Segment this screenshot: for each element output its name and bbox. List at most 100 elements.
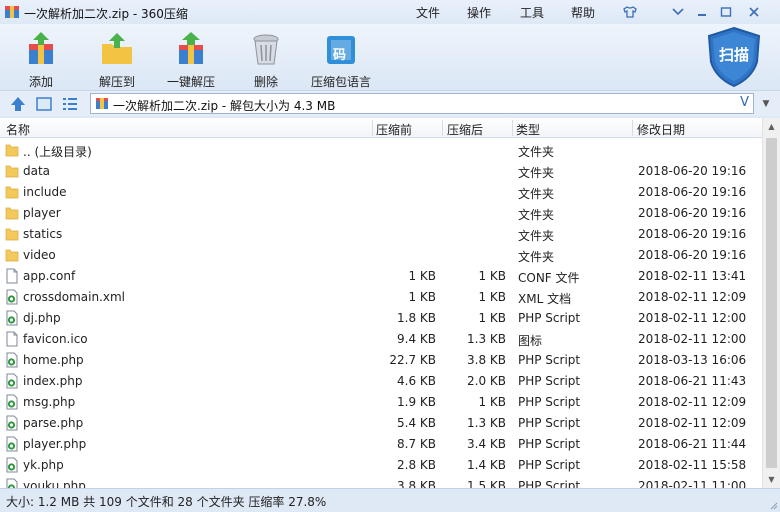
table-row[interactable]: video 文件夹 2018-06-20 19:16 [0, 244, 762, 265]
table-row[interactable]: .. (上级目录) 文件夹 [0, 139, 762, 160]
column-name[interactable]: 名称 [6, 121, 30, 138]
skin-button[interactable] [621, 3, 639, 21]
app-logo-icon [5, 6, 19, 18]
file-type: 文件夹 [518, 229, 555, 243]
one-click-extract-button[interactable]: 一键解压 [163, 30, 219, 89]
view-details-icon[interactable] [35, 95, 53, 113]
title-bar: 一次解析加二次.zip - 360压缩 文件 操作 工具 帮助 [0, 0, 780, 24]
view-list-icon[interactable] [61, 95, 79, 113]
file-name: .. (上级目录) [23, 145, 92, 159]
table-row[interactable]: parse.php 5.4 KB 1.3 KB PHP Script 2018-02-1… [0, 412, 762, 433]
maximize-button[interactable] [717, 3, 735, 21]
scrollbar-thumb[interactable] [766, 138, 777, 468]
extract-to-button[interactable]: 解压到 [92, 30, 142, 89]
menu-help[interactable]: 帮助 [571, 4, 595, 21]
folder-icon [5, 205, 19, 221]
file-name: index.php [23, 374, 83, 388]
file-modified: 2018-06-20 19:16 [638, 248, 747, 262]
column-divider [442, 120, 443, 136]
column-divider [632, 120, 633, 136]
feedback-button[interactable] [669, 3, 687, 21]
table-row[interactable]: app.conf 1 KB 1 KB CONF 文件 2018-02-11 13:41 [0, 265, 762, 286]
file-compressed-size: 3.4 KB [467, 437, 506, 451]
column-original-size[interactable]: 压缩前 [376, 121, 412, 138]
table-row[interactable]: statics 文件夹 2018-06-20 19:16 [0, 223, 762, 244]
table-row[interactable]: include 文件夹 2018-06-20 19:16 [0, 181, 762, 202]
table-row[interactable]: yk.php 2.8 KB 1.4 KB PHP Script 2018-02-11 1… [0, 454, 762, 475]
one-click-extract-icon [179, 32, 203, 64]
file-compressed-size: 1.5 KB [467, 479, 506, 488]
table-row[interactable]: favicon.ico 9.4 KB 1.3 KB 图标 2018-02-11 12:0… [0, 328, 762, 349]
file-type: PHP Script [518, 416, 581, 430]
script-file-icon [5, 352, 19, 368]
add-button[interactable]: 添加 [16, 30, 66, 89]
extract-to-icon [102, 33, 132, 64]
file-original-size: 1 KB [408, 269, 436, 283]
file-original-size: 4.6 KB [397, 374, 436, 388]
scan-button[interactable]: 扫描 [706, 26, 762, 88]
folder-icon [5, 184, 19, 200]
resize-grip-icon[interactable] [768, 500, 778, 510]
file-original-size: 2.8 KB [397, 458, 436, 472]
file-modified: 2018-06-20 19:16 [638, 164, 747, 178]
file-type: PHP Script [518, 395, 581, 409]
up-arrow-icon[interactable] [9, 95, 27, 113]
file-name: home.php [23, 353, 84, 367]
table-row[interactable]: youku.php 3.8 KB 1.5 KB PHP Script 2018-02-1… [0, 475, 762, 488]
delete-button[interactable]: 删除 [246, 30, 286, 89]
toolbar: 添加 解压到 一键解压 删除 码 压缩包语言 扫描 [0, 24, 780, 90]
file-modified: 2018-06-21 11:44 [638, 437, 747, 451]
minimize-button[interactable] [693, 3, 711, 21]
table-row[interactable]: index.php 4.6 KB 2.0 KB PHP Script 2018-06-2… [0, 370, 762, 391]
close-button[interactable] [745, 3, 763, 21]
folder-icon [5, 142, 19, 158]
file-name: video [23, 248, 56, 262]
file-compressed-size: 1 KB [478, 290, 506, 304]
column-modified[interactable]: 修改日期 [637, 121, 685, 138]
file-type: PHP Script [518, 374, 581, 388]
file-type: 图标 [518, 334, 543, 348]
script-file-icon [5, 457, 19, 473]
file-type: PHP Script [518, 353, 581, 367]
menu-tools[interactable]: 工具 [520, 4, 544, 21]
maximize-icon [720, 7, 732, 17]
extract-to-label: 解压到 [98, 75, 135, 89]
address-field[interactable]: 一次解析加二次.zip - 解包大小为 4.3 MB V [90, 93, 754, 114]
add-archive-icon [29, 32, 53, 64]
menu-operate[interactable]: 操作 [467, 4, 491, 21]
file-type: PHP Script [518, 458, 581, 472]
file-modified: 2018-03-13 16:06 [638, 353, 747, 367]
file-type: XML 文档 [518, 292, 572, 306]
chevron-down-icon: ▼ [762, 99, 770, 109]
scan-label: 扫描 [718, 46, 749, 64]
file-name: msg.php [23, 395, 76, 409]
column-type[interactable]: 类型 [516, 121, 540, 138]
file-original-size: 1 KB [408, 290, 436, 304]
scroll-down-button[interactable]: ▼ [763, 471, 780, 488]
script-file-icon [5, 436, 19, 452]
status-bar: 大小: 1.2 MB 共 109 个文件和 28 个文件夹 压缩率 27.8% [0, 488, 780, 512]
file-name: dj.php [23, 311, 61, 325]
file-type: CONF 文件 [518, 271, 580, 285]
file-compressed-size: 1 KB [478, 395, 506, 409]
address-dropdown-button[interactable]: ▼ [756, 95, 776, 113]
table-row[interactable]: player 文件夹 2018-06-20 19:16 [0, 202, 762, 223]
file-icon [5, 268, 19, 284]
menu-file[interactable]: 文件 [416, 4, 440, 21]
column-divider [372, 120, 373, 136]
file-name: crossdomain.xml [23, 290, 125, 304]
table-row[interactable]: data 文件夹 2018-06-20 19:16 [0, 160, 762, 181]
vertical-scrollbar[interactable]: ▲ ▼ [762, 118, 780, 488]
scroll-up-button[interactable]: ▲ [763, 118, 780, 135]
archive-language-button[interactable]: 码 压缩包语言 [308, 30, 374, 89]
column-compressed-size[interactable]: 压缩后 [447, 121, 483, 138]
archive-icon [96, 98, 108, 109]
table-row[interactable]: crossdomain.xml 1 KB 1 KB XML 文档 2018-02-11 … [0, 286, 762, 307]
table-row[interactable]: home.php 22.7 KB 3.8 KB PHP Script 2018-03-1… [0, 349, 762, 370]
file-modified: 2018-02-11 11:00 [638, 479, 747, 488]
table-row[interactable]: msg.php 1.9 KB 1 KB PHP Script 2018-02-11 12… [0, 391, 762, 412]
file-compressed-size: 3.8 KB [467, 353, 506, 367]
table-row[interactable]: dj.php 1.8 KB 1 KB PHP Script 2018-02-11 12:… [0, 307, 762, 328]
chevron-up-icon: ▲ [768, 122, 775, 131]
table-row[interactable]: player.php 8.7 KB 3.4 KB PHP Script 2018-06-… [0, 433, 762, 454]
